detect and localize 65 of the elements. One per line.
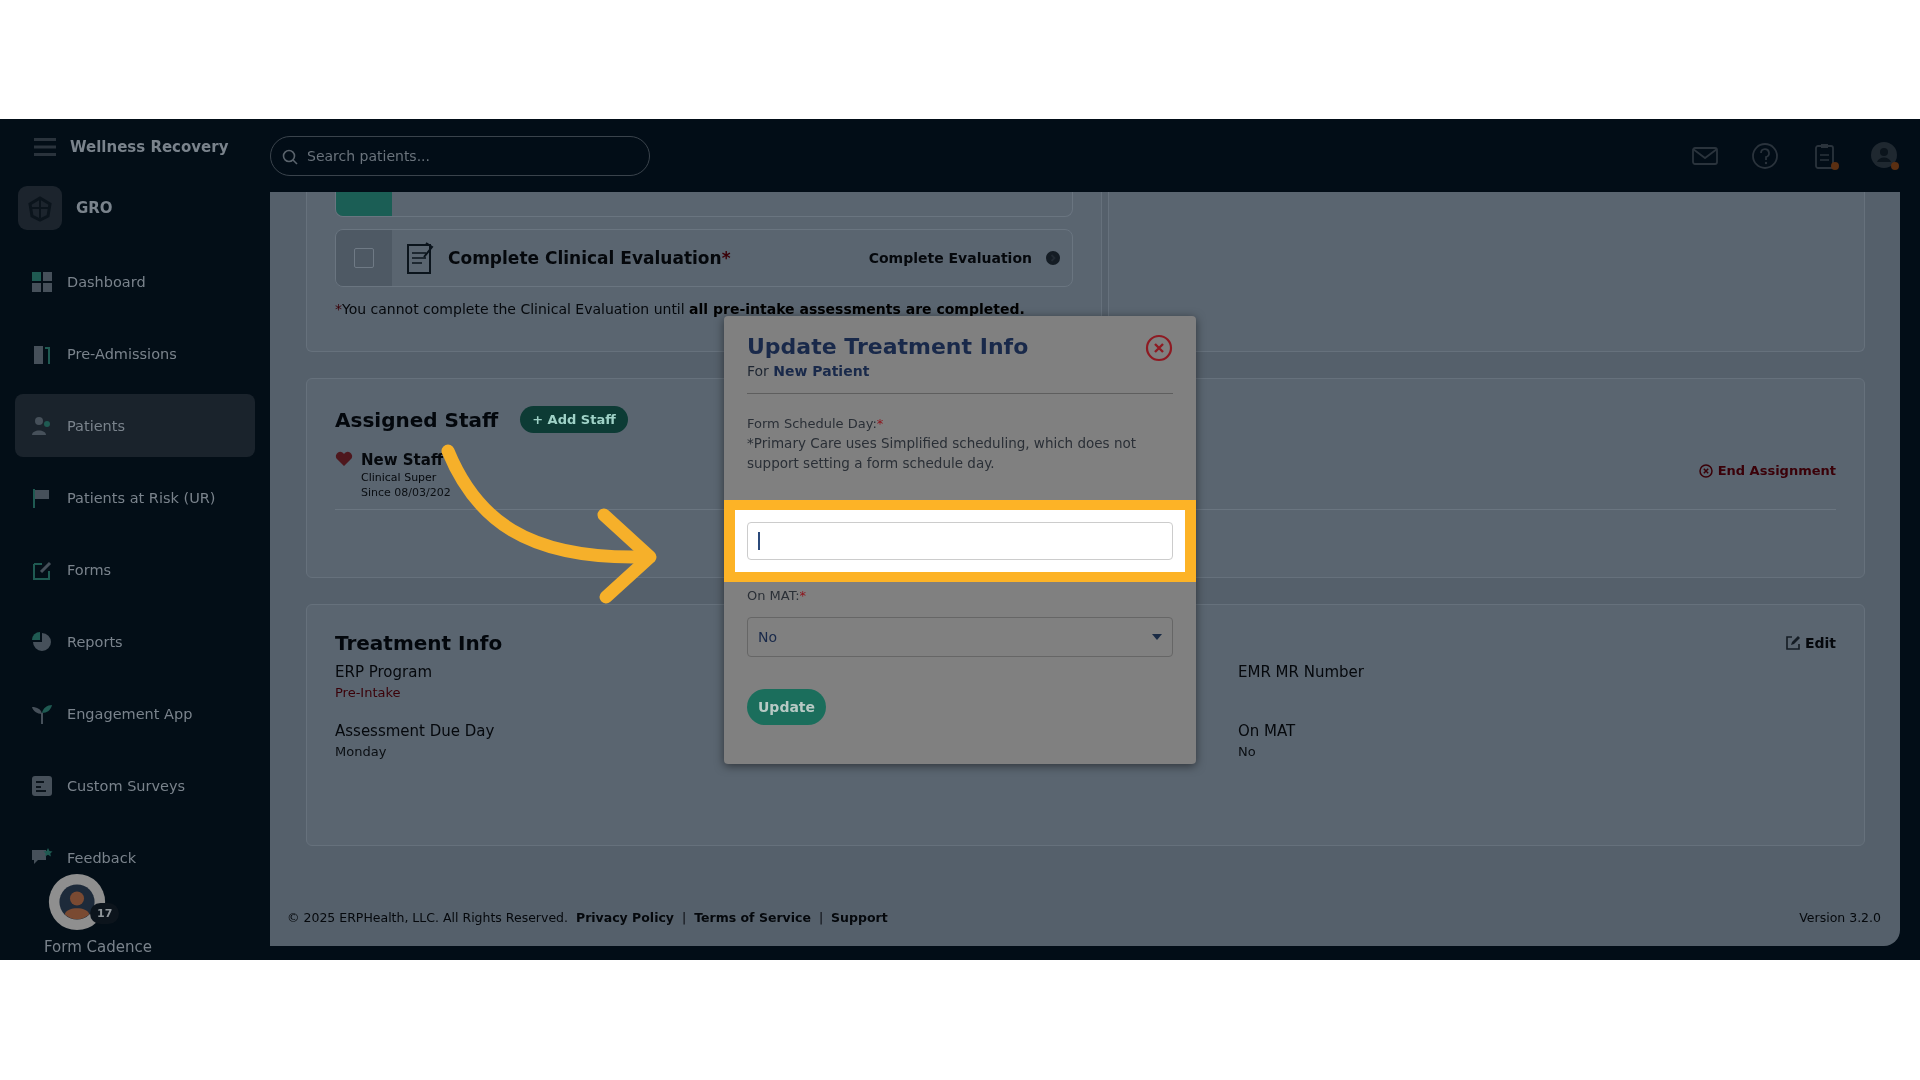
- search-icon: [282, 148, 298, 165]
- end-assignment-link[interactable]: End Assignment: [1698, 463, 1836, 478]
- chevron-circle-icon[interactable]: [1046, 251, 1060, 265]
- modal-title: Update Treatment Info: [747, 334, 1029, 359]
- sidebar-item[interactable]: Forms: [15, 538, 255, 601]
- sidebar-item[interactable]: Reports: [15, 610, 255, 673]
- footer-link[interactable]: Privacy Policy: [576, 910, 674, 925]
- evaluation-note: *You cannot complete the Clinical Evaluation until all pre-intake assessments are completed.: [335, 301, 1026, 317]
- checkbox[interactable]: [354, 248, 374, 268]
- footer-link[interactable]: Support: [831, 910, 888, 925]
- caret-icon: [1152, 634, 1162, 640]
- field-label: Form Schedule Day:*: [747, 416, 885, 431]
- staff-since: Since 08/03/202: [361, 486, 451, 499]
- people-icon: [31, 414, 53, 437]
- sidebar-item[interactable]: Pre-Admissions: [15, 322, 255, 385]
- edit-icon: [1784, 635, 1801, 651]
- close-icon[interactable]: [1145, 334, 1173, 362]
- sidebar-item[interactable]: Dashboard: [15, 250, 255, 313]
- document-icon: [406, 241, 434, 275]
- footer-link[interactable]: Terms of Service: [694, 910, 811, 925]
- complete-evaluation-link[interactable]: Complete Evaluation: [868, 250, 1032, 266]
- field-label: ERP Program: [335, 663, 433, 681]
- help-icon[interactable]: [1750, 140, 1780, 171]
- staff-role: Clinical Super: [361, 471, 437, 484]
- survey-icon: [31, 774, 53, 797]
- sidebar-item[interactable]: Custom Surveys: [15, 754, 255, 817]
- version-text: Version 3.2.0: [1799, 910, 1881, 925]
- count-badge: 17: [90, 903, 120, 924]
- copyright-text: © 2025 ERPHealth, LLC. All Rights Reserved.: [287, 910, 568, 925]
- task-title: Complete Clinical Evaluation*: [448, 248, 732, 268]
- scheduling-note: *Primary Care uses Simplified scheduling, which does not support setting a form schedule day.: [747, 434, 1138, 473]
- section-title: Assigned Staff: [335, 407, 499, 432]
- section-title: Treatment Info: [335, 631, 503, 655]
- link-separator: |: [818, 910, 824, 925]
- sprout-icon: [31, 702, 53, 725]
- form-cadence-label[interactable]: Form Cadence: [44, 938, 152, 956]
- field-value: Pre-Intake: [335, 685, 402, 702]
- edit-link[interactable]: Edit: [1784, 635, 1836, 651]
- on-mat-select[interactable]: No: [747, 617, 1173, 657]
- org-name: GRO: [76, 199, 113, 217]
- field-label: On MAT: [1238, 722, 1297, 740]
- field-label: EMR MR Number: [1238, 663, 1365, 681]
- modal-subtitle: For New Patient: [747, 363, 871, 379]
- sidebar-item[interactable]: Engagement App: [15, 682, 255, 745]
- add-staff-button[interactable]: + Add Staff: [520, 406, 628, 433]
- sidebar-item[interactable]: Feedback: [15, 826, 255, 889]
- sidebar-item[interactable]: Patients at Risk (UR): [15, 466, 255, 529]
- menu-icon[interactable]: [34, 137, 56, 156]
- emr-number-field[interactable]: [735, 510, 1185, 572]
- dashboard-icon: [31, 270, 53, 293]
- field-label: On MAT:*: [747, 588, 808, 603]
- staff-name: New Staff: [361, 451, 444, 469]
- update-button[interactable]: Update: [747, 689, 827, 725]
- link-separator: |: [682, 910, 687, 925]
- field-label: Assessment Due Day: [335, 722, 496, 740]
- app-name: Wellness Recovery: [70, 137, 229, 156]
- user-avatar-icon[interactable]: [1870, 140, 1900, 171]
- field-value: Monday: [335, 744, 388, 761]
- heart-icon: [335, 451, 353, 467]
- sidebar-item[interactable]: Patients: [15, 394, 255, 457]
- field-value: No: [1238, 744, 1257, 761]
- close-circle-icon: [1698, 463, 1713, 478]
- search-field[interactable]: Search patients...: [270, 135, 650, 176]
- pie-chart-icon: [31, 630, 53, 653]
- org-logo-icon: [18, 186, 62, 230]
